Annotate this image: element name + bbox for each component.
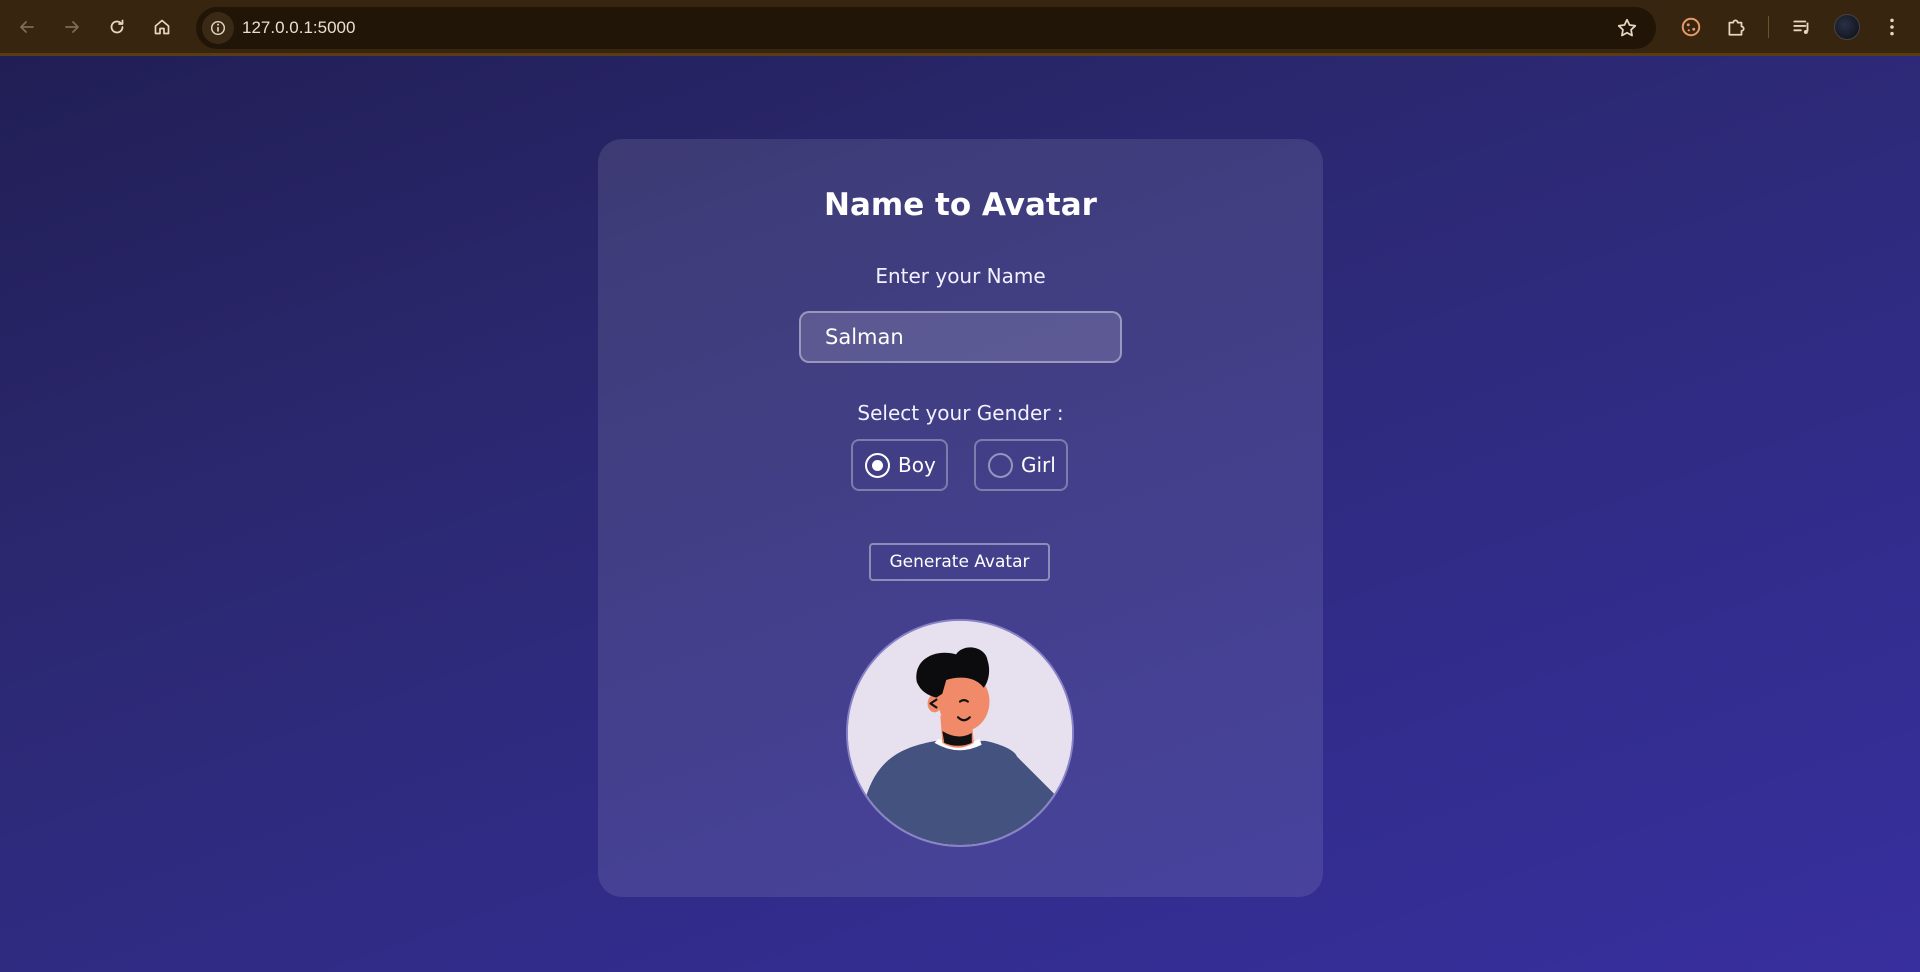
avatar-image [846,619,1074,847]
avatar-card: Name to Avatar Enter your Name Select yo… [598,139,1323,897]
profile-avatar[interactable] [1834,14,1860,40]
radio-boy-label: Boy [898,453,936,477]
gender-label: Select your Gender : [857,401,1064,425]
boy-avatar-illustration [848,621,1072,845]
address-bar[interactable]: 127.0.0.1:5000 [196,7,1656,49]
name-input[interactable] [799,311,1122,363]
more-menu-icon[interactable] [1878,13,1906,41]
reload-button[interactable] [102,12,132,42]
home-icon [154,19,170,35]
forward-button[interactable] [57,12,87,42]
site-info-icon[interactable] [202,12,234,44]
toolbar-divider [1768,16,1769,38]
gender-option-boy[interactable]: Boy [851,439,948,491]
radio-boy[interactable] [865,452,890,478]
radio-girl-label: Girl [1021,453,1056,477]
radio-girl[interactable] [988,452,1013,478]
forward-arrow-icon [65,21,79,33]
home-button[interactable] [147,12,177,42]
media-queue-icon[interactable] [1788,13,1816,41]
bookmark-star-icon[interactable] [1616,17,1638,39]
reload-icon [110,19,124,34]
name-label: Enter your Name [875,264,1046,288]
url-text[interactable]: 127.0.0.1:5000 [242,7,355,49]
extension-cookie-icon[interactable] [1677,13,1705,41]
back-button[interactable] [12,12,42,42]
generate-avatar-button[interactable]: Generate Avatar [869,543,1050,581]
page-title: Name to Avatar [824,187,1097,223]
back-arrow-icon [20,21,34,33]
browser-toolbar: 127.0.0.1:5000 [0,0,1920,56]
extensions-puzzle-icon[interactable] [1722,13,1750,41]
gender-option-girl[interactable]: Girl [974,439,1068,491]
